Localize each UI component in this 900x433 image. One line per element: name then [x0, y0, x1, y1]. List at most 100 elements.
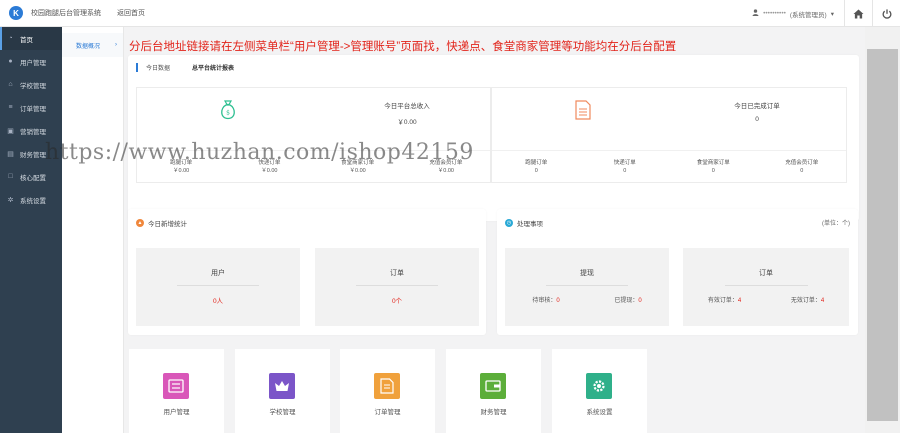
chevron-right-icon: › [115, 42, 117, 48]
tile-system-settings[interactable]: 系统设置 [552, 349, 647, 433]
tile-order-management[interactable]: 订单管理 [340, 349, 435, 433]
app-title: 校园跑腿后台管理系统 [31, 10, 101, 17]
income-title: 今日平台总收入 [384, 103, 430, 110]
sidebar-item-finance[interactable]: ▤ 财务管理 [0, 142, 62, 165]
list-icon: ≡ [8, 104, 13, 111]
main-content: 分后台地址链接请在左侧菜单栏“用户管理->管理账号”页面找，快递点、食堂商家管理… [124, 27, 865, 433]
divider [546, 285, 628, 286]
document-icon [374, 373, 400, 399]
income-sub-canteen: 食堂商家订单 ￥0.00 [341, 160, 375, 174]
sidebar-item-settings[interactable]: ✲ 系统设置 [0, 188, 62, 211]
pending-orders-box: 订单 有效订单：4 无效订单：4 [683, 248, 849, 326]
orders-sub-express: 快递订单 0 [613, 160, 636, 174]
clock-icon: ◷ [505, 219, 513, 227]
orders-sub-canteen: 食堂商家订单 0 [696, 160, 730, 174]
income-sub-express: 快递订单 ￥0.00 [258, 160, 281, 174]
gear-icon [586, 373, 612, 399]
income-sub-member: 充值会员订单 ￥0.00 [429, 160, 463, 174]
crown-icon [269, 373, 295, 399]
wallet-icon [480, 373, 506, 399]
subnav: 数据概况 › [62, 27, 124, 433]
institution-icon: ⌂ [8, 81, 13, 88]
document-icon [575, 100, 591, 120]
stats-card: 今日数据 总平台统计报表 $ 今日平台总收入 ￥0.00 跑腿订单 ￥0.00 快… [128, 55, 859, 221]
sidebar-item-orders[interactable]: ≡ 订单管理 [0, 96, 62, 119]
orders-panel: 今日已完成订单 0 跑腿订单 0 快递订单 0 食堂商家订单 0 充值会员订单 0 [491, 87, 847, 183]
money-bag-icon: $ [221, 100, 235, 120]
vertical-scrollbar[interactable] [865, 27, 900, 433]
caret-down-icon: ▾ [830, 10, 834, 18]
orders-sub-member: 充值会员订单 0 [785, 160, 819, 174]
invalid-orders: 无效订单：4 [790, 298, 825, 304]
valid-orders: 有效订单：4 [707, 298, 742, 304]
sidebar-item-label: 系统设置 [20, 197, 46, 205]
sidebar-item-label: 核心配置 [20, 174, 46, 182]
scrollbar-thumb[interactable] [867, 49, 898, 421]
sidebar-item-schools[interactable]: ⌂ 学校管理 [0, 73, 62, 96]
config-icon: □ [8, 173, 13, 180]
income-sub-errand: 跑腿订单 ￥0.00 [170, 160, 193, 174]
withdraw-values: 待审核：0 已提现：0 [505, 295, 669, 304]
withdraw-title: 提现 [580, 270, 594, 277]
pending-title: 处理事项 [517, 221, 543, 228]
new-users-box: 用户 0人 [136, 248, 300, 326]
tile-user-management[interactable]: 用户管理 [129, 349, 224, 433]
home-link[interactable]: 返回首页 [117, 8, 145, 18]
pending-orders-values: 有效订单：4 无效订单：4 [683, 295, 849, 304]
new-today-title: 今日新增统计 [148, 221, 187, 228]
logout-button[interactable] [872, 0, 900, 27]
income-value: ￥0.00 [397, 119, 417, 126]
tile-finance-management[interactable]: 财务管理 [446, 349, 541, 433]
withdraw-box: 提现 待审核：0 已提现：0 [505, 248, 669, 326]
gear-icon: ✲ [7, 196, 14, 204]
user-menu[interactable]: •••••••••• (系统管理员) ▾ [742, 9, 844, 19]
tile-label: 系统设置 [586, 409, 613, 416]
user-icon [752, 9, 759, 18]
svg-text:$: $ [226, 110, 230, 117]
home-icon [853, 8, 864, 19]
new-users-value: 0人 [212, 298, 224, 305]
sidebar-item-label: 财务管理 [20, 151, 46, 159]
subnav-item-label: 数据概况 [76, 43, 101, 50]
orders-title: 今日已完成订单 [734, 103, 780, 110]
new-orders-title: 订单 [390, 270, 404, 277]
sidebar-item-label: 用户管理 [20, 59, 46, 67]
speedometer-icon: ◔ [8, 35, 13, 42]
top-right-tools: •••••••••• (系统管理员) ▾ [742, 0, 900, 27]
stats-tabs: 今日数据 总平台统计报表 [136, 63, 234, 72]
sidebar-item-label: 营销管理 [20, 128, 46, 136]
income-panel: $ 今日平台总收入 ￥0.00 跑腿订单 ￥0.00 快递订单 ￥0.00 食堂商家… [136, 87, 491, 183]
user-icon: ● [8, 58, 13, 65]
tab-today[interactable]: 今日数据 [136, 63, 170, 72]
power-icon [882, 8, 891, 19]
divider [724, 285, 808, 286]
sidebar-item-marketing[interactable]: ▣ 营销管理 [0, 119, 62, 142]
new-orders-value: 0个 [391, 298, 403, 305]
tile-label: 用户管理 [163, 409, 190, 416]
home-button[interactable] [844, 0, 872, 27]
sidebar-item-label: 订单管理 [20, 105, 46, 113]
sidebar-item-label: 学校管理 [20, 82, 46, 90]
divider [177, 285, 259, 286]
subnav-item-overview[interactable]: 数据概况 › [62, 33, 123, 57]
pending-header: ◷ 处理事项 [505, 218, 543, 228]
chart-icon: ▲ [136, 219, 144, 227]
sidebar-item-core-config[interactable]: □ 核心配置 [0, 165, 62, 188]
new-orders-box: 订单 0个 [315, 248, 479, 326]
withdraw-pending: 待审核：0 [532, 298, 560, 304]
orders-value: 0 [755, 116, 759, 123]
tile-label: 订单管理 [374, 409, 401, 416]
sidebar-item-users[interactable]: ● 用户管理 [0, 50, 62, 73]
sidebar-item-home[interactable]: ◔ 首页 [0, 27, 62, 50]
tab-total[interactable]: 总平台统计报表 [192, 63, 234, 72]
orders-sub-errand: 跑腿订单 0 [525, 160, 548, 174]
divider [356, 285, 438, 286]
orders-breakdown: 跑腿订单 0 快递订单 0 食堂商家订单 0 充值会员订单 0 [492, 150, 846, 175]
top-bar: K 校园跑腿后台管理系统 返回首页 •••••••••• (系统管理员) ▾ [0, 0, 900, 27]
tile-label: 学校管理 [269, 409, 296, 416]
withdraw-done: 已提现：0 [614, 298, 642, 304]
notice-text: 分后台地址链接请在左侧菜单栏“用户管理->管理账号”页面找，快递点、食堂商家管理… [129, 41, 677, 53]
new-users-title: 用户 [211, 270, 225, 277]
tile-school-management[interactable]: 学校管理 [235, 349, 330, 433]
sidebar: ◔ 首页 ● 用户管理 ⌂ 学校管理 ≡ 订单管理 ▣ 营销管理 ▤ 财务管理 … [0, 27, 62, 433]
